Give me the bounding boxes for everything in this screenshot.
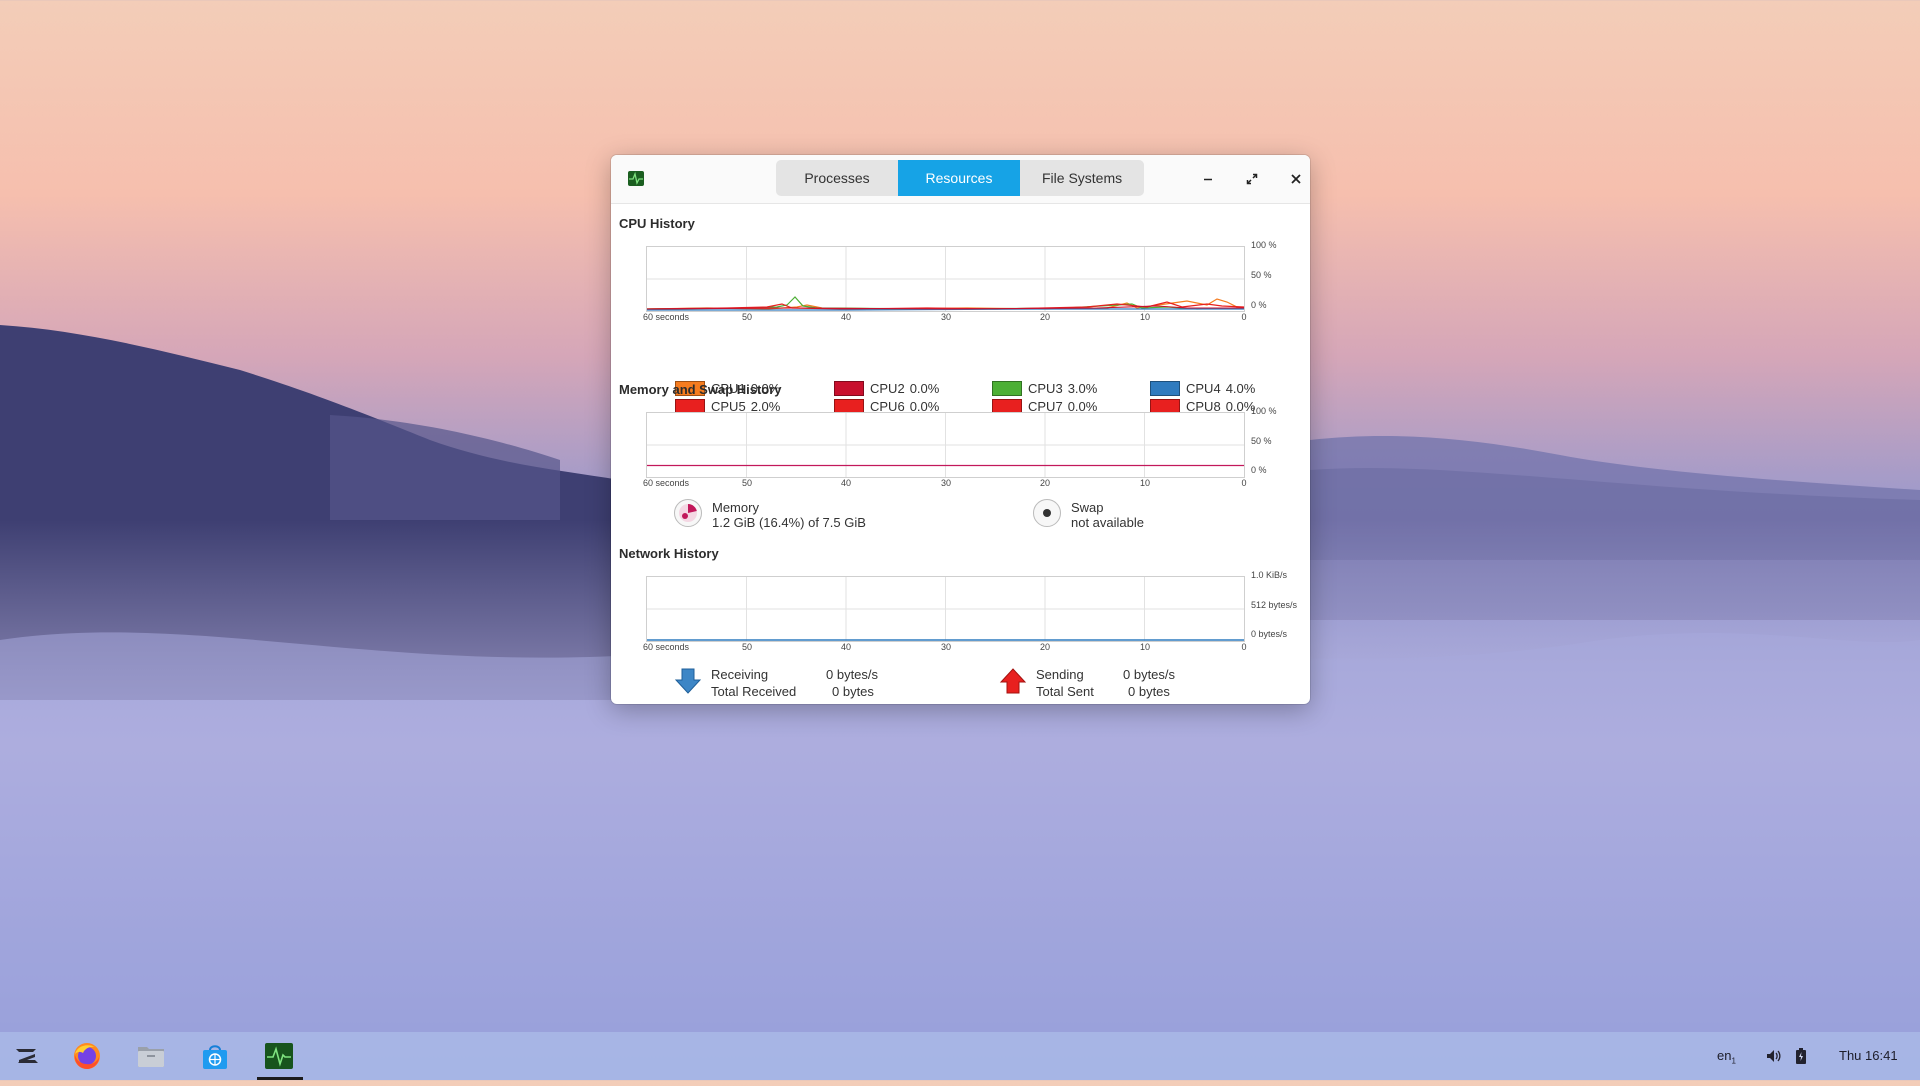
close-icon	[1291, 174, 1301, 184]
upload-arrow-icon[interactable]	[999, 667, 1027, 695]
volume-icon[interactable]	[1765, 1048, 1781, 1064]
x-tick-label: 0	[1241, 642, 1247, 652]
x-tick-label: 10	[1139, 478, 1151, 488]
battery-icon[interactable]	[1796, 1048, 1806, 1064]
tab-resources[interactable]: Resources	[898, 160, 1020, 196]
x-tick-label: 60 seconds	[643, 642, 690, 652]
color-swatch[interactable]	[1150, 380, 1180, 396]
x-tick-label: 50	[741, 642, 753, 652]
cpu-name: CPU4	[1186, 380, 1221, 396]
cpu4-legend[interactable]: CPU4 4.0%	[1150, 379, 1255, 397]
swap-pie-icon[interactable]	[1033, 499, 1061, 527]
keyboard-layout-sub: 1	[1731, 1056, 1736, 1066]
color-swatch[interactable]	[834, 380, 864, 396]
keyboard-layout: en	[1717, 1048, 1732, 1063]
y-tick-label: 0 %	[1251, 300, 1267, 310]
system-monitor-taskbar-icon[interactable]	[263, 1040, 295, 1072]
x-tick-label: 40	[840, 642, 852, 652]
software-store-icon[interactable]	[199, 1040, 231, 1072]
memory-legend[interactable]: Memory 1.2 GiB (16.4%) of 7.5 GiB	[674, 499, 866, 530]
memory-label: Memory	[712, 500, 759, 515]
system-monitor-window: Processes Resources File Systems CPU His…	[611, 155, 1310, 704]
firefox-icon[interactable]	[71, 1040, 103, 1072]
cpu-name: CPU3	[1028, 380, 1063, 396]
view-switcher: Processes Resources File Systems	[776, 160, 1145, 196]
download-arrow-icon[interactable]	[674, 667, 702, 695]
cpu-x-axis: 60 seconds 50 40 30 20 10 0	[611, 312, 1251, 324]
taskbar: en1 Thu 16:41	[0, 1032, 1920, 1080]
zorin-menu-icon[interactable]	[11, 1040, 43, 1072]
memory-value: 1.2 GiB (16.4%) of 7.5 GiB	[712, 515, 866, 530]
cpu-name: CPU2	[870, 380, 905, 396]
minimize-icon	[1204, 178, 1212, 181]
maximize-icon	[1246, 173, 1258, 185]
x-tick-label: 0	[1241, 478, 1247, 488]
tab-file-systems[interactable]: File Systems	[1020, 160, 1144, 196]
maximize-button[interactable]	[1240, 167, 1264, 191]
x-tick-label: 10	[1139, 642, 1151, 652]
cpu2-legend[interactable]: CPU2 0.0%	[834, 379, 939, 397]
y-tick-label: 512 bytes/s	[1251, 600, 1298, 610]
receiving-legend[interactable]: Receiving Total Received 0 bytes/s 0 byt…	[674, 667, 974, 701]
x-tick-label: 30	[940, 312, 952, 322]
y-tick-label: 1.0 KiB/s	[1251, 570, 1288, 580]
tab-processes[interactable]: Processes	[776, 160, 898, 196]
total-received-value: 0 bytes	[832, 684, 874, 699]
cpu-history-title: CPU History	[619, 216, 695, 231]
y-tick-label: 100 %	[1251, 240, 1277, 250]
system-monitor-icon	[628, 171, 644, 186]
cpu-value: 0.0%	[909, 380, 940, 396]
files-icon[interactable]	[135, 1040, 167, 1072]
sending-value: 0 bytes/s	[1123, 667, 1176, 682]
y-tick-label: 50 %	[1251, 270, 1272, 280]
y-tick-label: 100 %	[1251, 406, 1277, 416]
memory-x-axis: 60 seconds 50 40 30 20 10 0	[611, 478, 1251, 490]
receiving-label: Receiving	[711, 667, 769, 682]
receiving-value: 0 bytes/s	[826, 667, 879, 682]
cpu-value: 4.0%	[1225, 380, 1256, 396]
color-swatch[interactable]	[992, 380, 1022, 396]
cpu3-legend[interactable]: CPU3 3.0%	[992, 379, 1097, 397]
close-button[interactable]	[1284, 167, 1308, 191]
x-tick-label: 10	[1139, 312, 1151, 322]
network-history-title: Network History	[619, 546, 719, 561]
memory-pie-icon[interactable]	[674, 499, 702, 527]
total-sent-value: 0 bytes	[1128, 684, 1170, 699]
cpu-history-graph	[646, 246, 1245, 312]
x-tick-label: 20	[1039, 642, 1051, 652]
cpu-value: 3.0%	[1067, 380, 1098, 396]
network-history-graph	[646, 576, 1245, 642]
y-tick-label: 0 %	[1251, 465, 1267, 475]
window-titlebar[interactable]: Processes Resources File Systems	[611, 155, 1310, 204]
network-x-axis: 60 seconds 50 40 30 20 10 0	[611, 642, 1251, 654]
x-tick-label: 0	[1241, 312, 1247, 322]
x-tick-label: 20	[1039, 478, 1051, 488]
sending-legend[interactable]: Sending Total Sent 0 bytes/s 0 bytes	[999, 667, 1299, 701]
memory-history-title: Memory and Swap History	[619, 382, 782, 397]
y-tick-label: 50 %	[1251, 436, 1272, 446]
minimize-button[interactable]	[1196, 167, 1220, 191]
x-tick-label: 40	[840, 312, 852, 322]
clock[interactable]: Thu 16:41	[1839, 1032, 1898, 1080]
x-tick-label: 50	[741, 312, 753, 322]
sending-label: Sending	[1036, 667, 1084, 682]
total-sent-label: Total Sent	[1036, 684, 1094, 699]
x-tick-label: 40	[840, 478, 852, 488]
x-tick-label: 60 seconds	[643, 312, 690, 322]
memory-history-graph	[646, 412, 1245, 478]
x-tick-label: 20	[1039, 312, 1051, 322]
y-tick-label: 0 bytes/s	[1251, 629, 1288, 639]
x-tick-label: 30	[940, 478, 952, 488]
x-tick-label: 60 seconds	[643, 478, 690, 488]
x-tick-label: 50	[741, 478, 753, 488]
swap-legend[interactable]: Swap not available	[1033, 499, 1144, 530]
swap-value: not available	[1071, 515, 1144, 530]
x-tick-label: 30	[940, 642, 952, 652]
total-received-label: Total Received	[711, 684, 797, 699]
swap-label: Swap	[1071, 500, 1104, 515]
keyboard-layout-indicator[interactable]: en1	[1717, 1032, 1736, 1080]
